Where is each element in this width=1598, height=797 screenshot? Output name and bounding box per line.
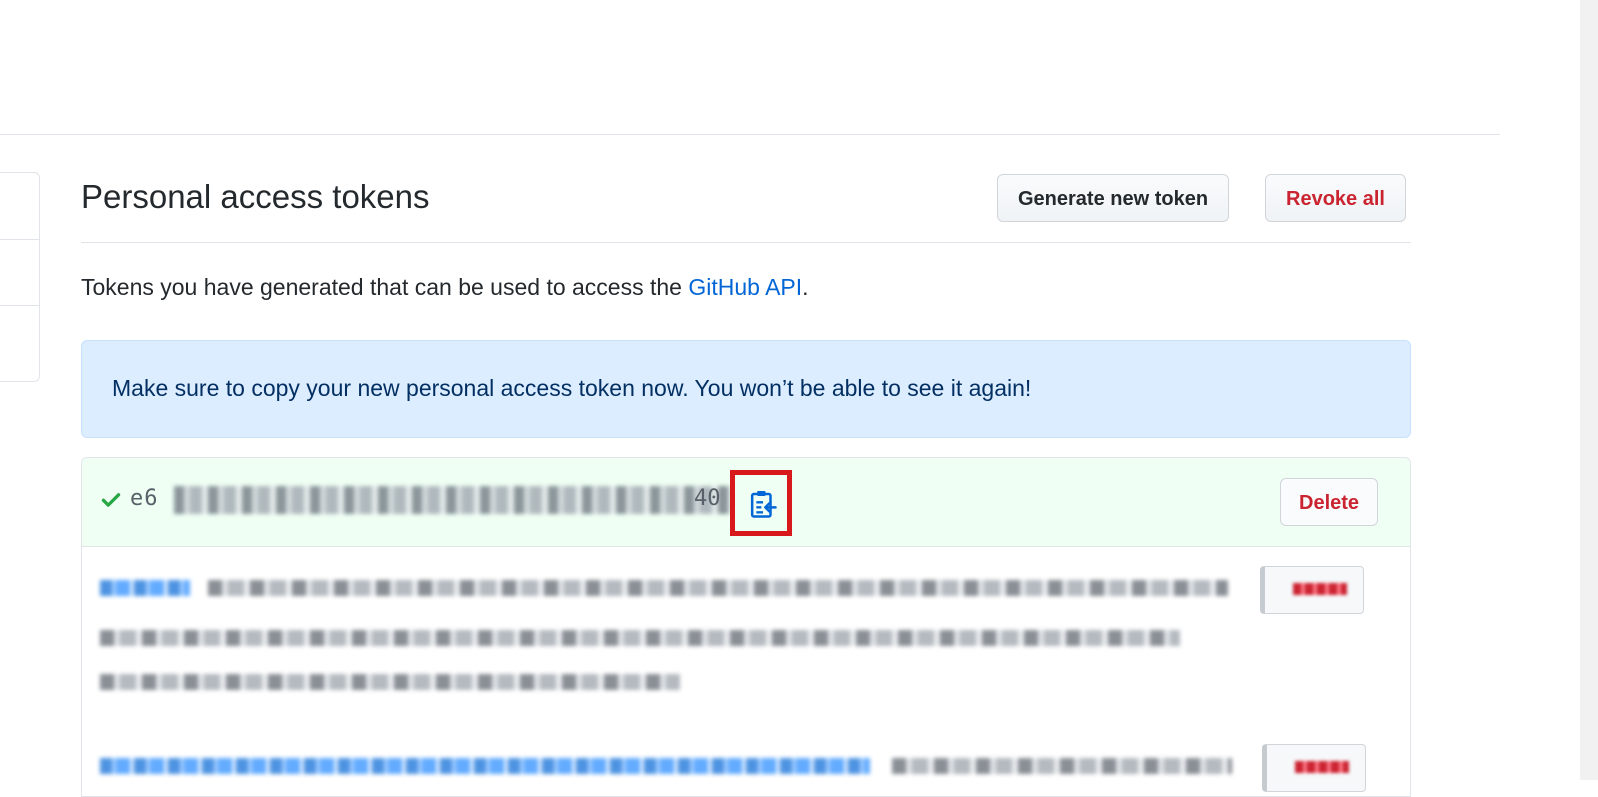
side-nav-divider bbox=[0, 305, 39, 306]
header-divider bbox=[0, 134, 1500, 135]
page-description: Tokens you have generated that can be us… bbox=[81, 274, 809, 301]
delete-token-button[interactable] bbox=[1262, 744, 1366, 792]
token-value-prefix: e6 bbox=[130, 486, 159, 511]
token-list: e6 40 Delete bbox=[81, 457, 1411, 797]
token-value-redacted bbox=[174, 486, 730, 514]
flash-notice: Make sure to copy your new personal acce… bbox=[81, 340, 1411, 438]
flash-message: Make sure to copy your new personal acce… bbox=[112, 375, 1032, 401]
copy-token-button[interactable] bbox=[730, 470, 792, 536]
token-scopes bbox=[208, 580, 1228, 596]
delete-label-redacted bbox=[1295, 761, 1349, 773]
side-nav-divider bbox=[0, 239, 39, 240]
revoke-all-button[interactable]: Revoke all bbox=[1265, 174, 1406, 222]
check-icon bbox=[101, 493, 121, 507]
token-name-link[interactable] bbox=[100, 758, 870, 774]
new-token-row: e6 40 Delete bbox=[82, 458, 1410, 547]
window-scrollbar[interactable] bbox=[1580, 0, 1598, 780]
description-period: . bbox=[802, 274, 809, 300]
clippy-copy-icon bbox=[750, 491, 777, 518]
github-api-link[interactable]: GitHub API bbox=[688, 274, 802, 300]
token-row bbox=[82, 716, 1410, 796]
description-text: Tokens you have generated that can be us… bbox=[81, 274, 689, 300]
token-scopes bbox=[100, 630, 1180, 646]
token-scopes bbox=[892, 758, 1232, 774]
delete-label-redacted bbox=[1293, 583, 1347, 595]
token-last-used bbox=[100, 674, 680, 690]
delete-new-token-button[interactable]: Delete bbox=[1280, 478, 1379, 526]
generate-new-token-button[interactable]: Generate new token bbox=[997, 174, 1230, 222]
delete-token-button[interactable] bbox=[1260, 566, 1364, 614]
page-title: Personal access tokens bbox=[81, 178, 430, 215]
token-row bbox=[82, 546, 1410, 716]
subhead: Personal access tokens Generate new toke… bbox=[81, 170, 1411, 243]
token-value-suffix: 40 bbox=[694, 486, 721, 511]
token-name-link[interactable] bbox=[100, 580, 190, 596]
settings-side-nav bbox=[0, 172, 40, 382]
